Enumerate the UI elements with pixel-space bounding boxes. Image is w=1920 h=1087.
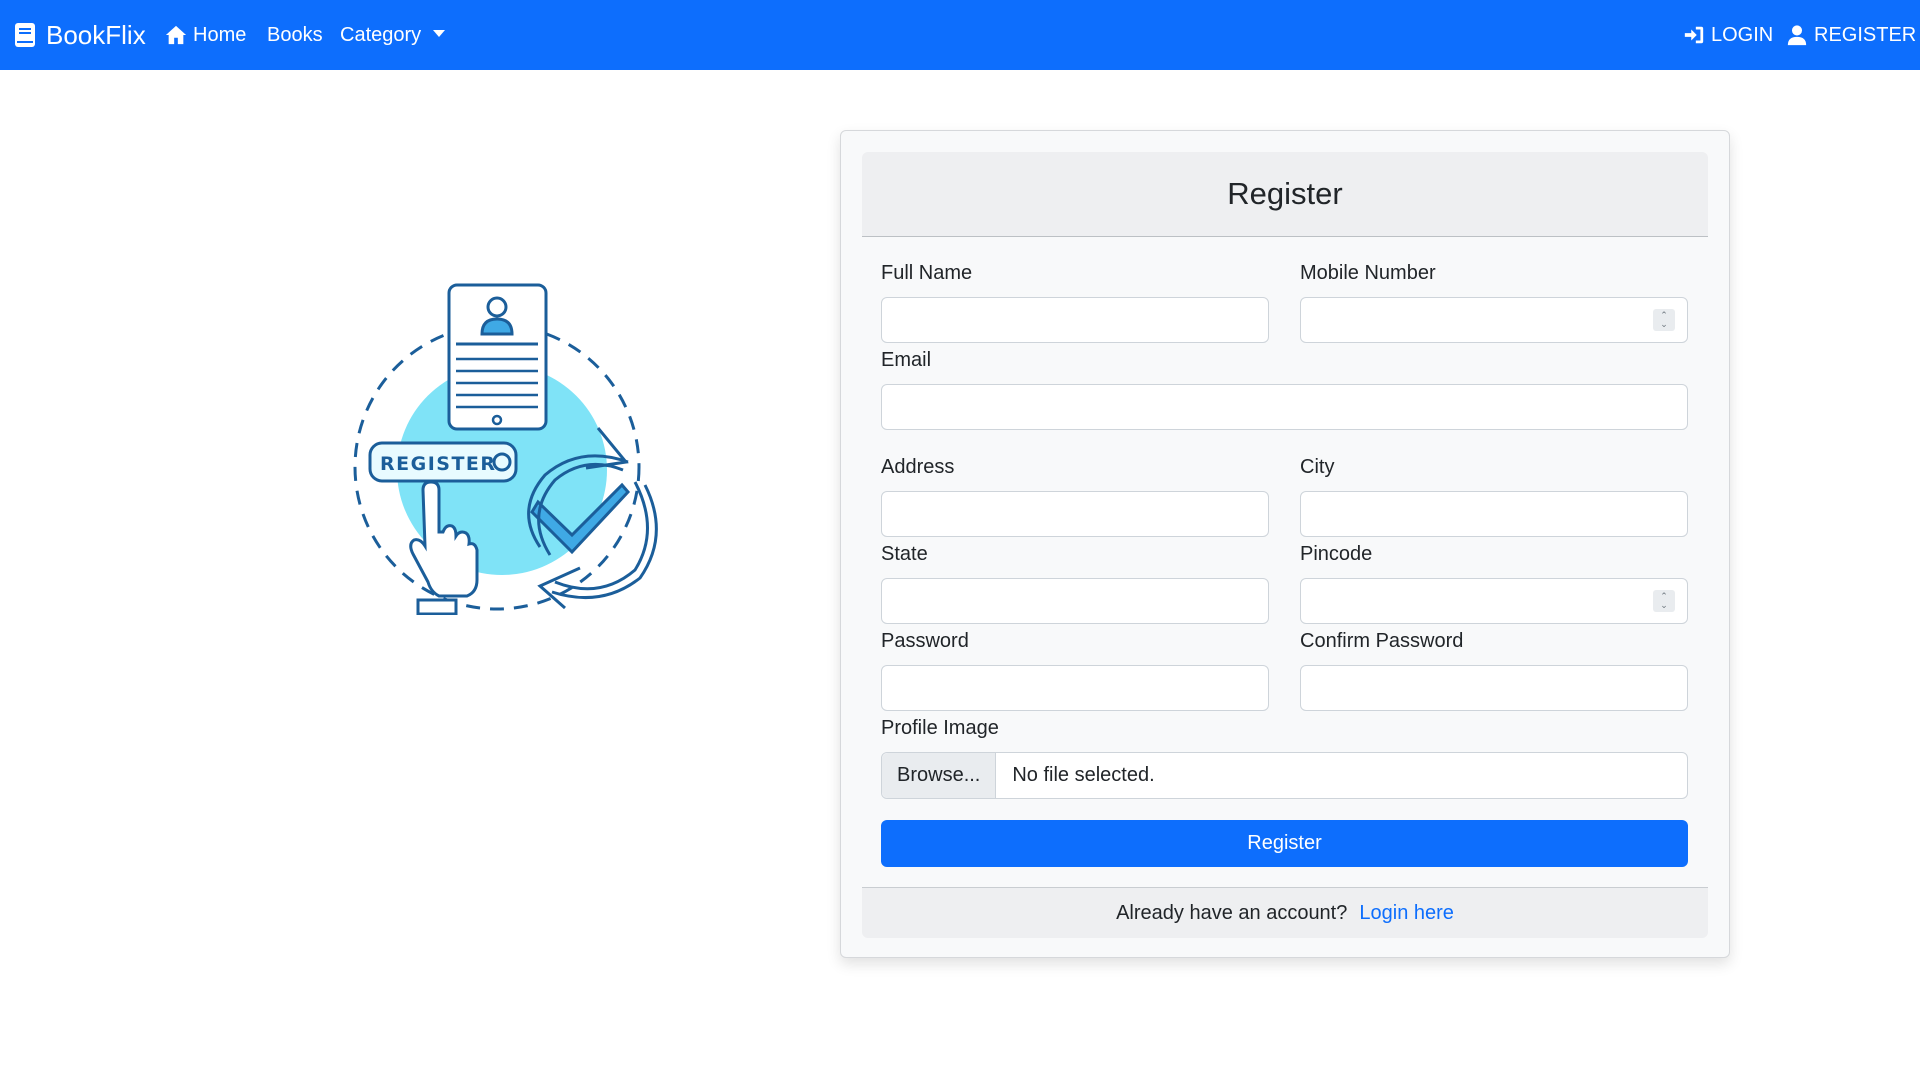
top-navbar: BookFlix Home Books Category LOGIN REGIS… — [0, 0, 1920, 70]
email-label: Email — [881, 349, 932, 371]
user-icon — [1787, 25, 1807, 46]
number-spinner[interactable]: ⌃ ⌄ — [1653, 309, 1675, 331]
book-icon — [15, 23, 35, 47]
nav-category-dropdown[interactable]: Category — [340, 0, 446, 70]
pincode-label: Pincode — [1300, 543, 1373, 565]
nav-category-label: Category — [340, 23, 422, 46]
profile-image-file-input[interactable]: Browse... No file selected. — [881, 752, 1688, 799]
mobile-number-label: Mobile Number — [1300, 262, 1436, 284]
chevron-down-icon — [433, 29, 446, 37]
sign-in-icon — [1684, 26, 1704, 44]
nav-register-label: REGISTER — [1814, 23, 1917, 46]
nav-home-link[interactable]: Home — [165, 0, 246, 70]
nav-login-link[interactable]: LOGIN — [1683, 0, 1773, 70]
confirm-password-label: Confirm Password — [1300, 630, 1464, 652]
confirm-password-input[interactable] — [1300, 665, 1688, 711]
card-footer: Already have an account? Login here — [862, 887, 1708, 938]
login-here-link[interactable]: Login here — [1359, 902, 1454, 925]
pincode-input[interactable]: ⌃ ⌄ — [1300, 578, 1688, 624]
registration-illustration-graphic: REGISTER — [353, 283, 658, 616]
nav-login-label: LOGIN — [1711, 23, 1774, 46]
state-label: State — [881, 543, 928, 565]
address-input[interactable] — [881, 491, 1269, 537]
home-icon — [165, 25, 187, 45]
nav-home-label: Home — [193, 23, 247, 46]
browse-button[interactable]: Browse... — [882, 753, 997, 798]
email-input[interactable] — [881, 384, 1688, 430]
register-submit-button[interactable]: Register — [881, 820, 1688, 867]
brand-name: BookFlix — [46, 19, 146, 50]
address-label: Address — [881, 456, 955, 478]
login-prompt-text: Already have an account? — [1116, 901, 1348, 924]
nav-register-link[interactable]: REGISTER — [1786, 0, 1916, 70]
profile-image-label: Profile Image — [881, 717, 999, 739]
full-name-label: Full Name — [881, 262, 973, 284]
mobile-number-input[interactable]: ⌃ ⌄ — [1300, 297, 1688, 343]
illustration-badge-text: REGISTER — [380, 453, 497, 475]
number-spinner[interactable]: ⌃ ⌄ — [1653, 590, 1675, 612]
register-card: Register Full Name Mobile Number ⌃ ⌄ Emai… — [840, 130, 1730, 958]
full-name-input[interactable] — [881, 297, 1269, 343]
brand[interactable]: BookFlix — [14, 0, 146, 70]
nav-books-label: Books — [267, 23, 323, 46]
card-header: Register — [862, 152, 1708, 237]
city-input[interactable] — [1300, 491, 1688, 537]
nav-books-link[interactable]: Books — [267, 0, 323, 70]
state-input[interactable] — [881, 578, 1269, 624]
form-title: Register — [1227, 176, 1343, 211]
city-label: City — [1300, 456, 1335, 478]
register-illustration: REGISTER — [340, 270, 670, 616]
password-input[interactable] — [881, 665, 1269, 711]
file-status-text: No file selected. — [1012, 764, 1155, 786]
password-label: Password — [881, 630, 969, 652]
